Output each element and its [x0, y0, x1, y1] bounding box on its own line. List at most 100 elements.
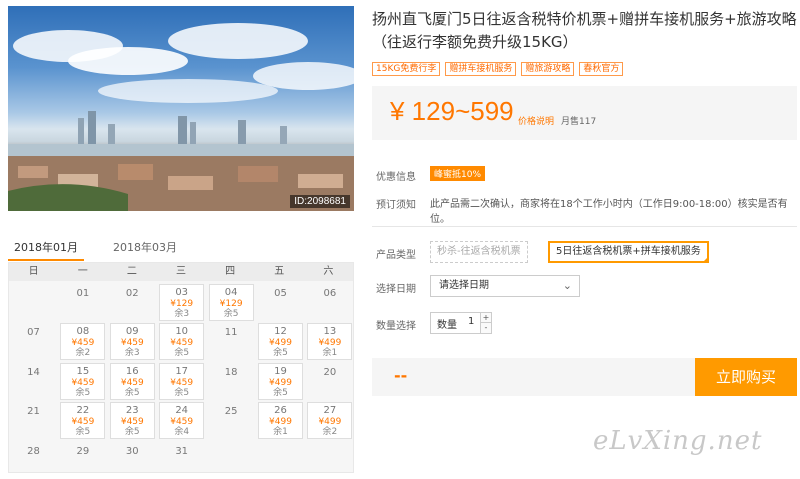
- calendar-day: 28: [11, 442, 56, 479]
- date-label: 选择日期: [376, 284, 416, 295]
- day-stock: 余1: [322, 348, 338, 359]
- product-title: 扬州直飞厦门5日往返含税特价机票+赠拼车接机服务+旅游攻略（往返行李额免费升级1…: [372, 10, 797, 51]
- tab-month-jan[interactable]: 2018年01月: [8, 239, 84, 261]
- day-number: 02: [125, 288, 139, 299]
- qty-increase-button[interactable]: +: [480, 313, 491, 323]
- calendar-day: 02: [110, 284, 155, 321]
- calendar-day: 20: [307, 363, 352, 400]
- day-number: 04: [224, 287, 238, 298]
- day-stock: 余3: [174, 309, 190, 319]
- date-select-value: 请选择日期: [439, 280, 489, 291]
- calendar-day[interactable]: 10 ¥459 余5: [159, 323, 205, 361]
- day-stock: 余5: [273, 387, 288, 398]
- calendar-day: 11: [209, 323, 254, 360]
- price-range: ¥ 129~599: [390, 96, 514, 126]
- day-price: ¥459: [170, 377, 194, 388]
- calendar-day[interactable]: 15 ¥459 余5: [60, 362, 106, 400]
- day-number: 03: [175, 287, 189, 298]
- day-number: 12: [274, 326, 287, 338]
- weekday-sat: 六: [323, 266, 334, 277]
- buy-bar: -- 立即购买: [372, 358, 797, 396]
- day-number: 01: [76, 288, 90, 299]
- quantity-stepper[interactable]: 数量 1 + -: [430, 312, 492, 334]
- tag-official: 春秋官方: [579, 62, 624, 76]
- calendar-day[interactable]: 16 ¥459 余5: [109, 362, 155, 400]
- day-number: 18: [224, 366, 238, 378]
- day-number: 16: [125, 365, 139, 377]
- calendar-day: 29: [60, 442, 105, 479]
- qty-label: 数量选择: [376, 321, 416, 332]
- day-price: ¥459: [170, 417, 194, 428]
- notice-label: 预订须知: [376, 200, 416, 211]
- day-stock: 余5: [174, 348, 190, 359]
- total-price: --: [394, 366, 408, 385]
- day-number: 14: [27, 366, 40, 378]
- day-number: 31: [175, 445, 189, 457]
- day-number: 05: [274, 288, 287, 299]
- calendar-day[interactable]: 13 ¥499 余1: [307, 323, 353, 361]
- calendar-day[interactable]: 24 ¥459 余4: [159, 402, 205, 440]
- day-number: 24: [175, 405, 189, 417]
- day-stock: 余5: [75, 427, 91, 438]
- day-price: ¥499: [318, 338, 342, 349]
- day-price: ¥459: [71, 417, 95, 428]
- image-id-badge: ID:2098681: [290, 195, 350, 208]
- calendar-day[interactable]: 27 ¥499 余2: [307, 402, 353, 440]
- calendar-day[interactable]: 09 ¥459 余3: [109, 323, 155, 361]
- day-number: 10: [175, 326, 189, 338]
- day-number: 07: [27, 327, 40, 339]
- tab-month-mar[interactable]: 2018年03月: [113, 239, 177, 261]
- calendar-day[interactable]: 26 ¥499 余1: [258, 402, 303, 440]
- calendar-day[interactable]: 23 ¥459 余5: [109, 402, 155, 440]
- coupon-label: 优惠信息: [376, 172, 416, 183]
- weekday-thu: 四: [225, 266, 236, 277]
- calendar-day: 31: [159, 442, 204, 479]
- calendar-day: 01: [60, 284, 105, 321]
- weekday-fri: 五: [274, 266, 285, 277]
- day-number: 20: [323, 366, 337, 378]
- date-select[interactable]: 请选择日期 ⌄: [430, 275, 580, 297]
- calendar-day[interactable]: 03 ¥129 余3: [159, 284, 205, 321]
- day-number: 17: [175, 365, 189, 377]
- day-number: 22: [76, 405, 90, 417]
- weekday-header: 日 一 二 三 四 五 六: [9, 263, 353, 281]
- divider: [372, 226, 797, 227]
- calendar-day[interactable]: 04 ¥129 余5: [208, 284, 254, 321]
- day-stock: 余4: [174, 427, 190, 438]
- buy-now-button[interactable]: 立即购买: [695, 358, 797, 396]
- day-price: ¥499: [318, 417, 342, 428]
- day-number: 25: [224, 406, 238, 418]
- day-stock: 余3: [124, 348, 140, 359]
- day-stock: 余5: [174, 387, 190, 398]
- tag-free-luggage: 15KG免费行李: [372, 62, 441, 76]
- day-stock: 余2: [75, 348, 91, 359]
- day-price: ¥499: [269, 417, 292, 428]
- day-number: 06: [323, 288, 337, 299]
- coupon-badge: 峰蜜抵10%: [430, 166, 486, 181]
- product-tags: 15KG免费行李 赠拼车接机服务 赠旅游攻略 春秋官方: [372, 62, 624, 76]
- calendar-day[interactable]: 08 ¥459 余2: [60, 323, 106, 361]
- day-number: 23: [125, 405, 139, 417]
- option-package-selected[interactable]: 5日往返含税机票+拼车接机服务: [548, 241, 709, 263]
- day-number: 26: [274, 405, 287, 417]
- watermark: eLvXing.net: [593, 426, 763, 456]
- calendar-day[interactable]: 12 ¥499 余5: [258, 323, 303, 361]
- day-stock: 余5: [223, 309, 239, 319]
- price-note-link[interactable]: 价格说明: [518, 114, 554, 127]
- price-calendar: 日 一 二 三 四 五 六 01 02 03 ¥129 余3 04 ¥129 余5 05 06 07…: [8, 262, 354, 473]
- price-box: ¥ 129~599 价格说明 月售117: [372, 86, 797, 140]
- calendar-day[interactable]: 17 ¥459 余5: [159, 362, 205, 400]
- day-price: ¥459: [71, 377, 95, 388]
- calendar-day[interactable]: 22 ¥459 余5: [60, 402, 106, 440]
- day-price: ¥459: [71, 338, 95, 349]
- calendar-day[interactable]: 19 ¥499 余5: [258, 362, 303, 400]
- qty-value[interactable]: 1: [468, 316, 474, 327]
- day-number: 29: [76, 445, 90, 457]
- product-photo[interactable]: ID:2098681: [8, 6, 354, 211]
- qty-decrease-button[interactable]: -: [480, 323, 491, 333]
- booking-notice: 此产品需二次确认，商家将在18个工作小时内（工作日9:00-18:00）核实是否…: [430, 199, 788, 225]
- option-flash-sale[interactable]: 秒杀-往返含税机票: [430, 241, 528, 263]
- day-price: ¥459: [120, 377, 144, 388]
- qty-prefix: 数量: [437, 320, 457, 331]
- day-number: 15: [76, 365, 90, 377]
